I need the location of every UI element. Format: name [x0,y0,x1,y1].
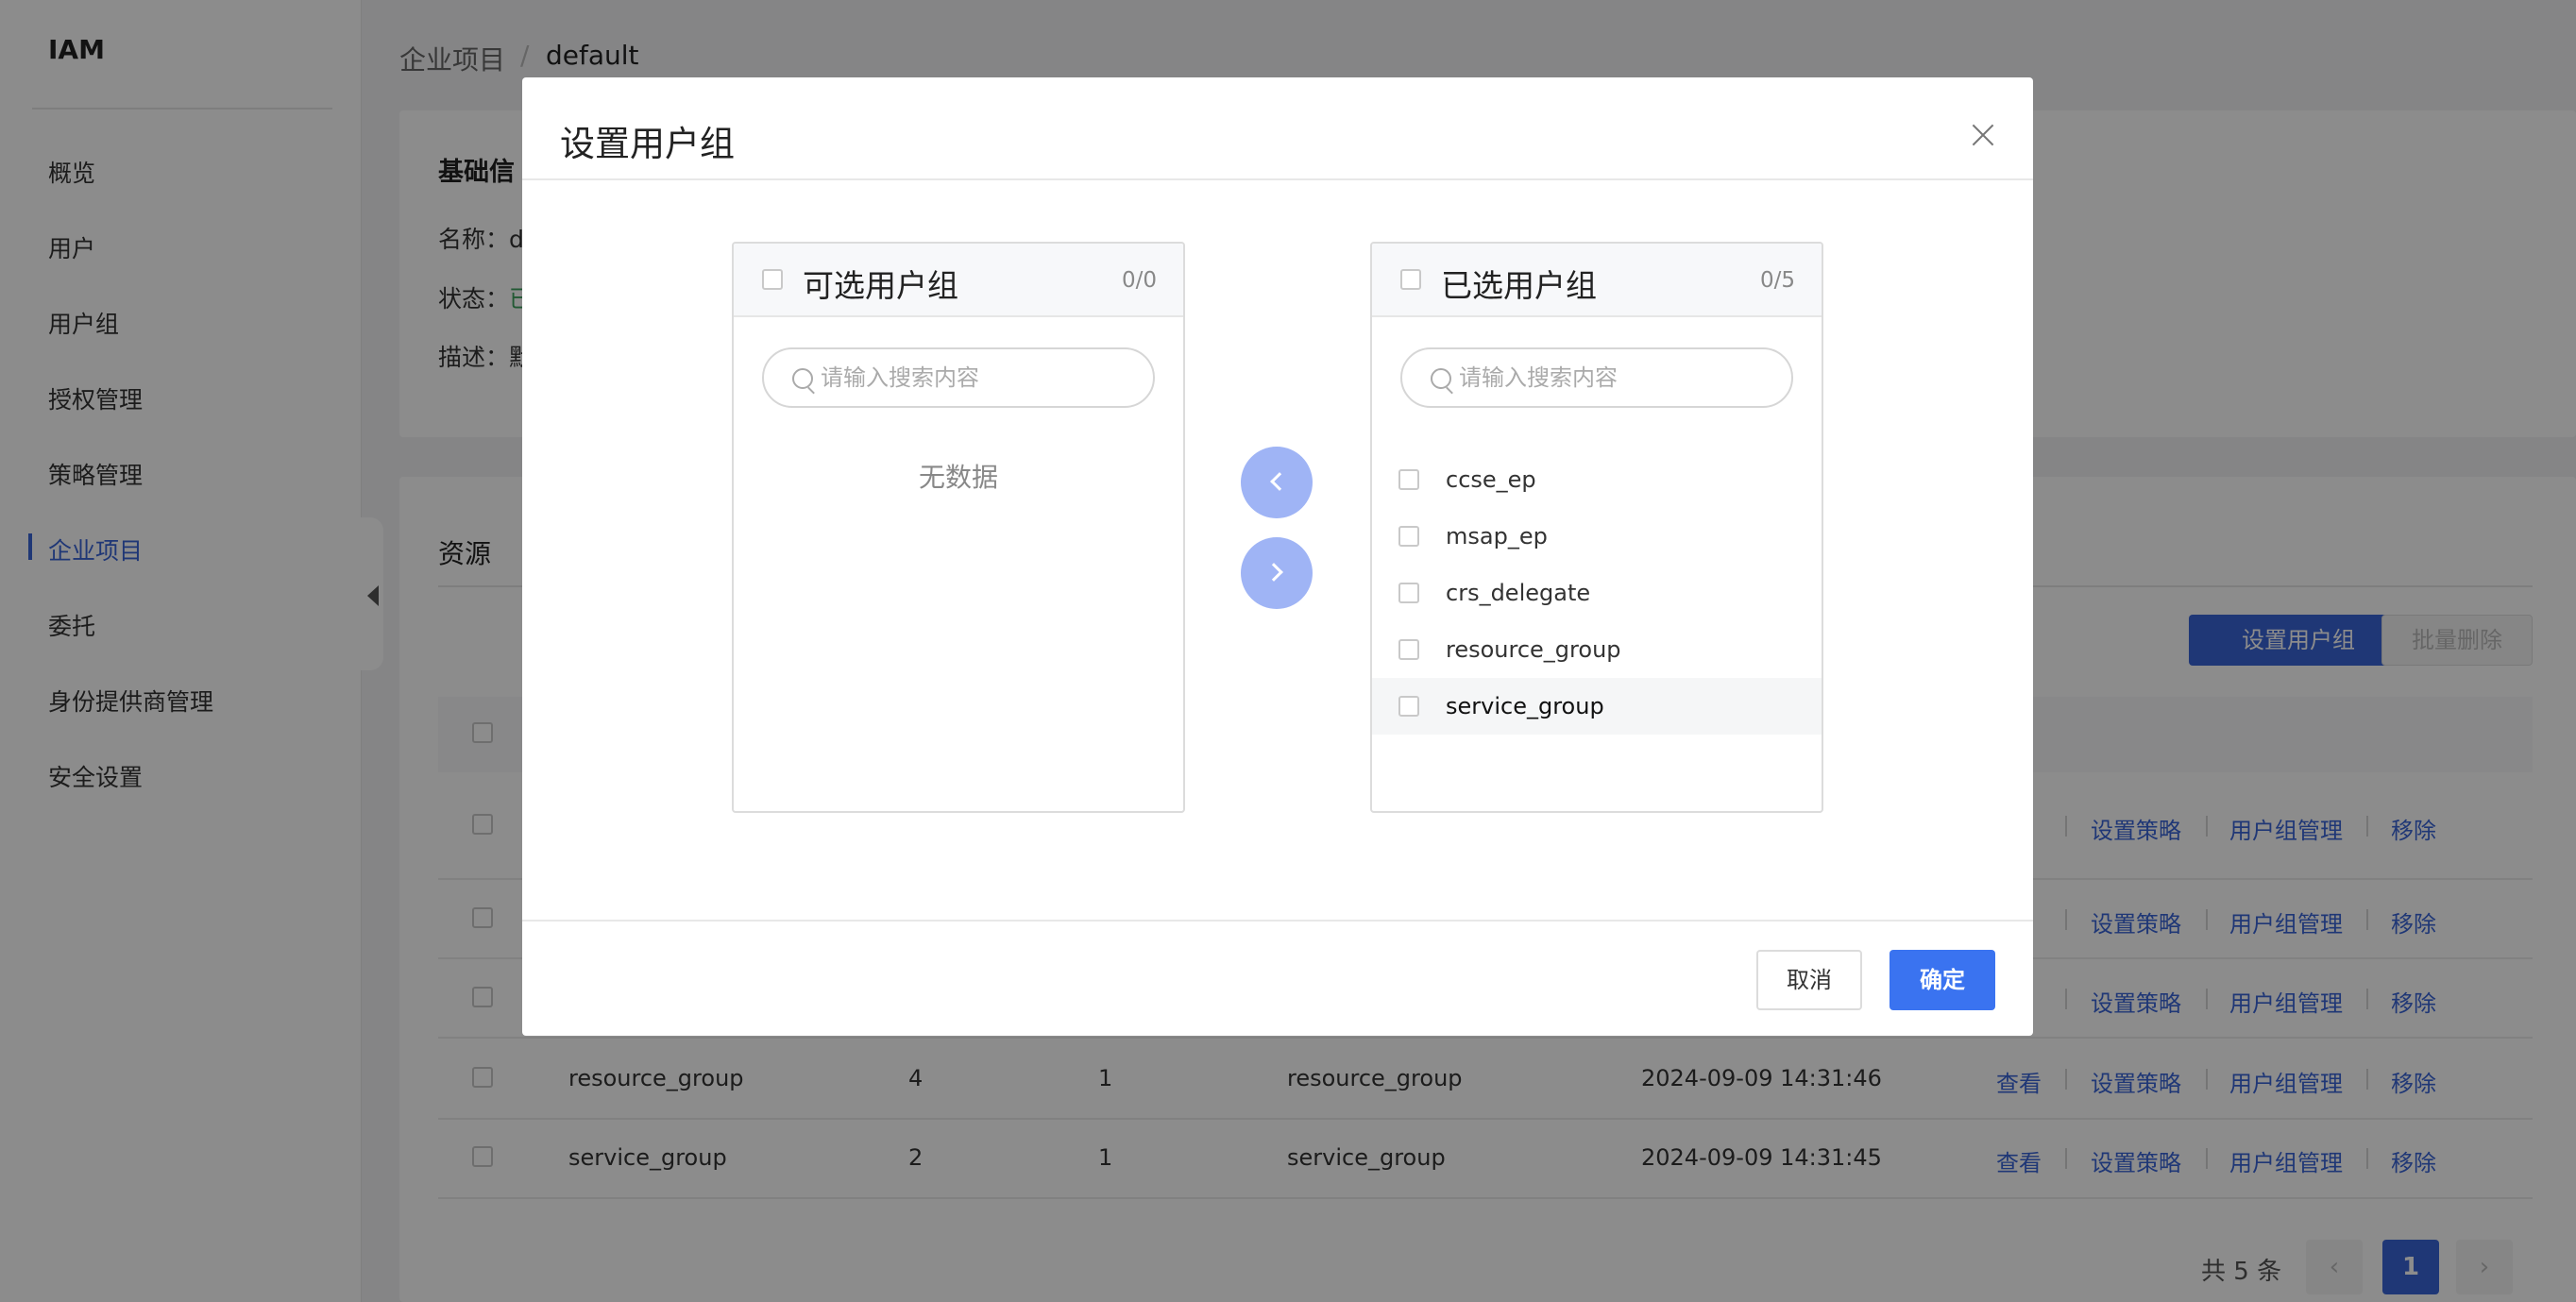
item-checkbox[interactable] [1398,696,1419,717]
item-label: crs_delegate [1446,580,1591,606]
chevron-left-icon [1270,472,1289,491]
item-checkbox[interactable] [1398,583,1419,603]
selected-select-all-checkbox[interactable] [1400,269,1421,290]
available-search-input[interactable] [821,357,1142,398]
selected-groups-title: 已选用户组 [1441,267,1597,304]
selected-search-box [1400,347,1793,408]
modal-footer-divider [522,920,2033,922]
item-checkbox[interactable] [1398,526,1419,547]
modal-header-divider [522,178,2033,180]
available-groups-header: 可选用户组 0/0 [734,244,1183,317]
available-groups-count: 0/0 [1121,268,1157,293]
list-item[interactable]: msap_ep [1372,508,1822,565]
item-checkbox[interactable] [1398,469,1419,490]
confirm-button[interactable]: 确定 [1890,950,1995,1010]
item-label: msap_ep [1446,523,1548,550]
available-select-all-checkbox[interactable] [762,269,783,290]
selected-search-input[interactable] [1459,357,1780,398]
list-item[interactable]: service_group [1372,678,1822,735]
move-left-button[interactable] [1241,447,1313,518]
item-label: ccse_ep [1446,466,1536,493]
set-user-group-modal: 设置用户组 可选用户组 0/0 无数据 已选用户组 0/5 [522,77,2033,1036]
search-icon [1431,368,1451,389]
search-icon [792,368,813,389]
available-groups-panel: 可选用户组 0/0 无数据 [732,242,1185,813]
item-label: service_group [1446,693,1604,719]
close-icon[interactable] [1964,117,2002,155]
item-checkbox[interactable] [1398,639,1419,660]
list-item[interactable]: crs_delegate [1372,565,1822,621]
list-item[interactable]: resource_group [1372,621,1822,678]
move-right-button[interactable] [1241,537,1313,609]
list-item[interactable]: ccse_ep [1372,451,1822,508]
chevron-right-icon [1264,563,1283,582]
cancel-button[interactable]: 取消 [1756,950,1862,1010]
empty-state-text: 无数据 [918,462,998,493]
selected-groups-header: 已选用户组 0/5 [1372,244,1822,317]
available-groups-title: 可选用户组 [803,267,958,304]
selected-groups-count: 0/5 [1759,268,1795,293]
available-search-box [762,347,1155,408]
modal-title: 设置用户组 [560,124,735,164]
selected-groups-panel: 已选用户组 0/5 ccse_ep msap_ep crs_delegate r… [1370,242,1823,813]
item-label: resource_group [1446,636,1621,663]
